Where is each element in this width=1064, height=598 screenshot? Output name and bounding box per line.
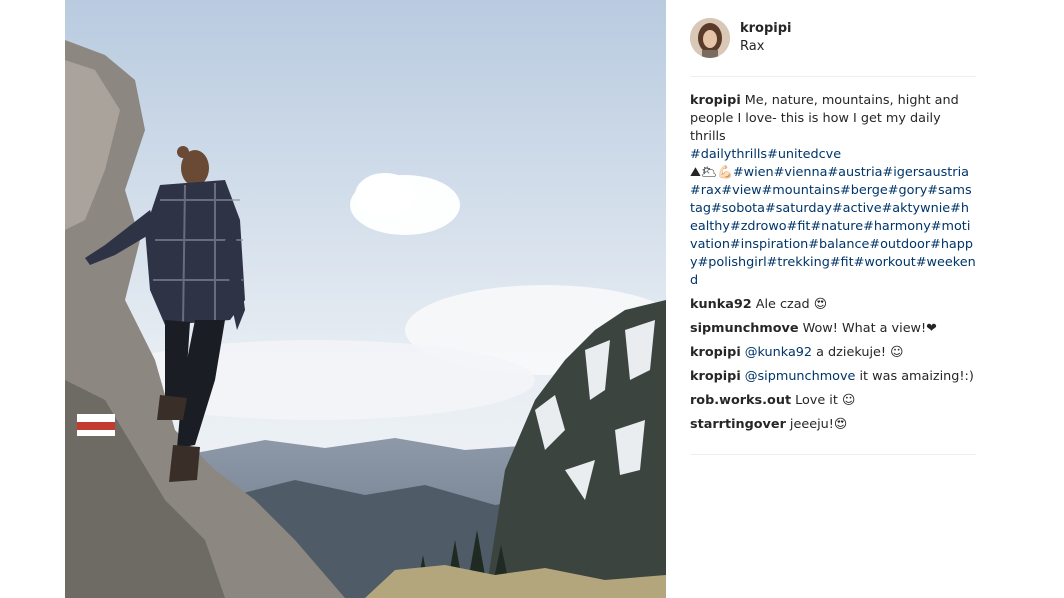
divider [690, 454, 976, 455]
post-username[interactable]: kropipi [740, 21, 792, 36]
post-location[interactable]: Rax [740, 39, 764, 54]
comment: kunka92 Ale czad 😍 [690, 296, 976, 314]
comment-text: a dziekuje! ☺ [812, 345, 904, 360]
caption-emoji: ⛰🌥💪🏻 [690, 165, 733, 180]
caption-hashtags-line1[interactable]: #dailythrills#unitedcve [690, 147, 841, 162]
comment-author[interactable]: kropipi [690, 345, 741, 360]
post-photo[interactable] [65, 0, 666, 598]
comment-text: jeeeju!😍 [789, 417, 848, 432]
profile-photo-icon [690, 18, 730, 58]
comment: sipmunchmove Wow! What a view!❤ [690, 320, 976, 338]
caption: kropipi Me, nature, mountains, hight and … [690, 92, 976, 290]
comment-author[interactable]: rob.works.out [690, 393, 791, 408]
comment-mention[interactable]: @sipmunchmove [745, 369, 856, 384]
comment-author[interactable]: kropipi [690, 369, 741, 384]
comment-mention[interactable]: @kunka92 [745, 345, 812, 360]
avatar[interactable] [690, 18, 730, 58]
comment-text: Wow! What a view!❤ [802, 321, 937, 336]
comment-author[interactable]: kunka92 [690, 297, 752, 312]
comment-text: Ale czad 😍 [755, 297, 828, 312]
mountain-hiker-image [65, 0, 666, 598]
comments-list: kropipi Me, nature, mountains, hight and … [690, 77, 976, 434]
comment-author[interactable]: sipmunchmove [690, 321, 799, 336]
comment-text: Love it ☺ [795, 393, 856, 408]
caption-hashtags[interactable]: #wien#vienna#austria#igersaustria#rax#vi… [690, 165, 976, 288]
post-header: kropipi Rax [690, 0, 976, 77]
comment: rob.works.out Love it ☺ [690, 392, 976, 410]
comment: starrtingover jeeeju!😍 [690, 416, 976, 434]
post-details-panel: kropipi Rax kropipi Me, nature, mountains… [690, 0, 976, 598]
comment-text: it was amaizing!:) [855, 369, 974, 384]
comment-author[interactable]: starrtingover [690, 417, 786, 432]
comment: kropipi @kunka92 a dziekuje! ☺ [690, 344, 976, 362]
caption-author[interactable]: kropipi [690, 93, 741, 108]
comment: kropipi @sipmunchmove it was amaizing!:) [690, 368, 976, 386]
